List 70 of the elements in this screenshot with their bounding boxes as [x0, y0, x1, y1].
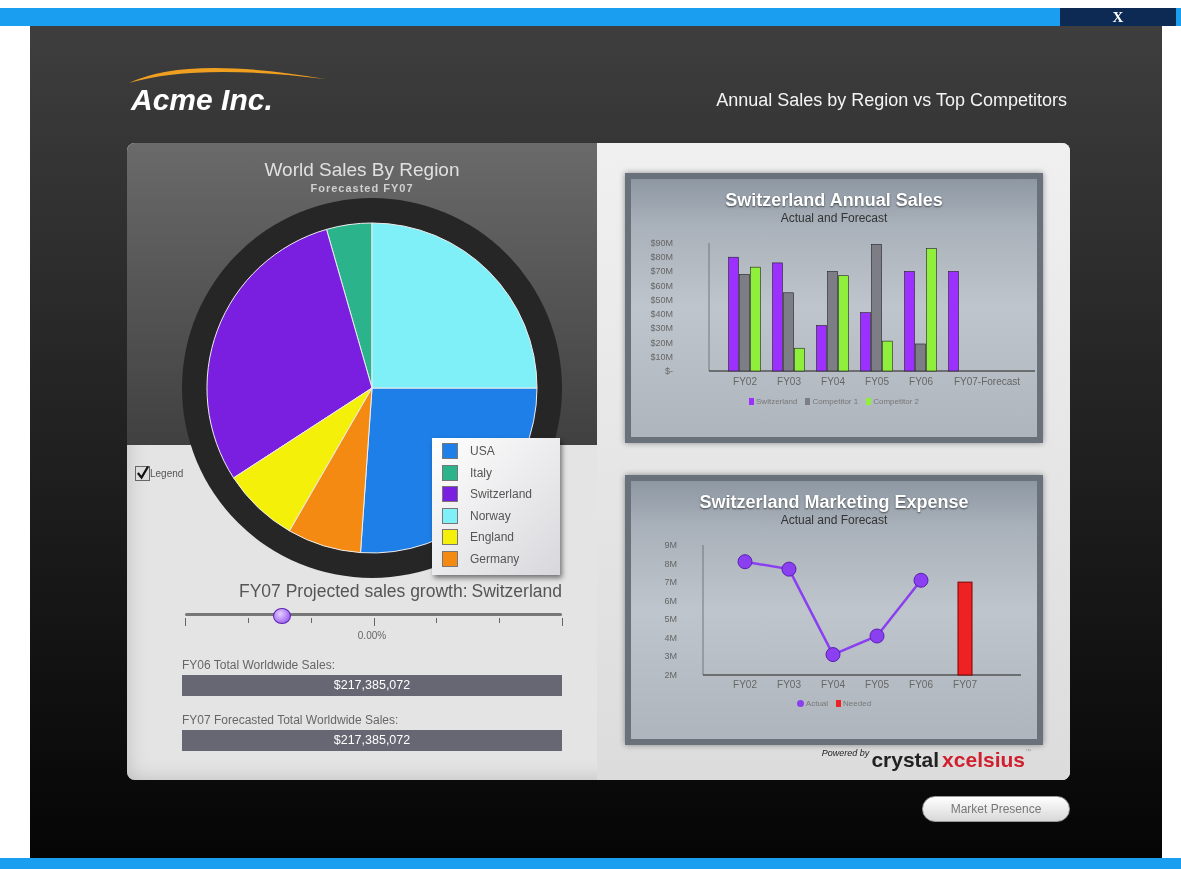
data-point	[913, 572, 929, 588]
total-label: FY07 Forecasted Total Worldwide Sales:	[182, 713, 400, 727]
legend-label: Actual	[805, 699, 829, 708]
growth-label: FY07 Projected sales growth:	[238, 581, 468, 602]
legend-label: Italy	[470, 465, 492, 480]
y-tick-label: 2M	[664, 670, 677, 680]
y-tick-label: $10M	[650, 351, 673, 362]
y-tick-label: 3M	[664, 651, 677, 662]
chart-subtitle: Actual and Forecast	[780, 513, 888, 527]
y-tick-label: 4M	[664, 632, 677, 643]
y-tick-label: $80M	[650, 252, 673, 263]
y-tick-label: $70M	[650, 266, 673, 277]
y-tick-label: $-	[664, 366, 673, 376]
y-tick-label: $90M	[650, 238, 673, 248]
legend-label: England	[470, 530, 515, 545]
checkbox-label: Legend	[150, 468, 184, 479]
product-logo: xcelsius	[942, 748, 1025, 772]
chart-title: World Sales By Region	[264, 159, 460, 181]
chart-title: Switzerland Marketing Expense	[699, 492, 969, 513]
page-title: Annual Sales by Region vs Top Competitors	[716, 90, 1067, 111]
data-point	[781, 561, 797, 577]
slider-value: 0.00%	[357, 630, 387, 641]
chart-subtitle: Forecasted FY07	[310, 182, 414, 194]
x-axis-label: FY02	[733, 376, 757, 387]
legend-label: USA	[470, 444, 495, 459]
market-presence-button[interactable]: Market Presence	[922, 796, 1070, 822]
growth-region: Switzerland	[471, 581, 562, 602]
legend-checkbox[interactable]	[135, 466, 150, 481]
legend-label: Switzerland	[756, 397, 798, 406]
x-axis-label: FY07	[953, 679, 977, 690]
y-tick-label: $20M	[650, 337, 673, 348]
x-axis-label: FY06	[909, 376, 933, 387]
y-tick-label: $30M	[650, 323, 673, 334]
y-tick-label: 7M	[664, 577, 677, 588]
x-axis-label: FY04	[821, 376, 845, 387]
x-axis-label: FY05	[865, 376, 889, 387]
total-value: $217,385,072	[182, 675, 562, 696]
x-axis-label: FY05	[865, 679, 889, 690]
total-label: FY06 Total Worldwide Sales:	[182, 658, 336, 672]
y-tick-label: 5M	[664, 614, 677, 625]
legend-label: Needed	[843, 699, 872, 708]
x-axis-label: FY07-Forecast	[953, 376, 1021, 387]
x-axis-label: FY04	[821, 679, 845, 690]
data-point	[825, 647, 841, 663]
y-tick-label: 9M	[664, 540, 677, 550]
y-tick-label: $50M	[650, 294, 673, 305]
brand-logo: crystal	[871, 748, 940, 772]
y-tick-label: 8M	[664, 558, 677, 569]
y-tick-label: $40M	[650, 309, 673, 320]
total-value: $217,385,072	[182, 730, 562, 751]
powered-by-label: Powered by	[821, 748, 870, 758]
legend-label: Competitor 2	[873, 397, 919, 406]
data-point	[737, 554, 753, 570]
x-axis-label: FY03	[777, 376, 801, 387]
logo: Acme Inc.	[131, 85, 273, 115]
x-axis-label: FY06	[909, 679, 933, 690]
x-axis-label: FY03	[777, 679, 801, 690]
x-axis-label: FY02	[733, 679, 757, 690]
y-tick-label: $60M	[650, 280, 673, 291]
growth-slider[interactable]	[185, 608, 562, 628]
legend-label: Switzerland	[470, 487, 533, 502]
chart-subtitle: Actual and Forecast	[780, 211, 888, 225]
legend-label: Competitor 1	[812, 397, 859, 406]
chart-title: Switzerland Annual Sales	[725, 190, 943, 211]
close-button[interactable]: X	[1060, 8, 1176, 26]
legend-label: Norway	[470, 508, 511, 523]
slider-thumb[interactable]	[273, 608, 292, 624]
data-point	[869, 628, 885, 644]
y-tick-label: 6M	[664, 595, 677, 606]
legend-label: Germany	[470, 551, 520, 566]
